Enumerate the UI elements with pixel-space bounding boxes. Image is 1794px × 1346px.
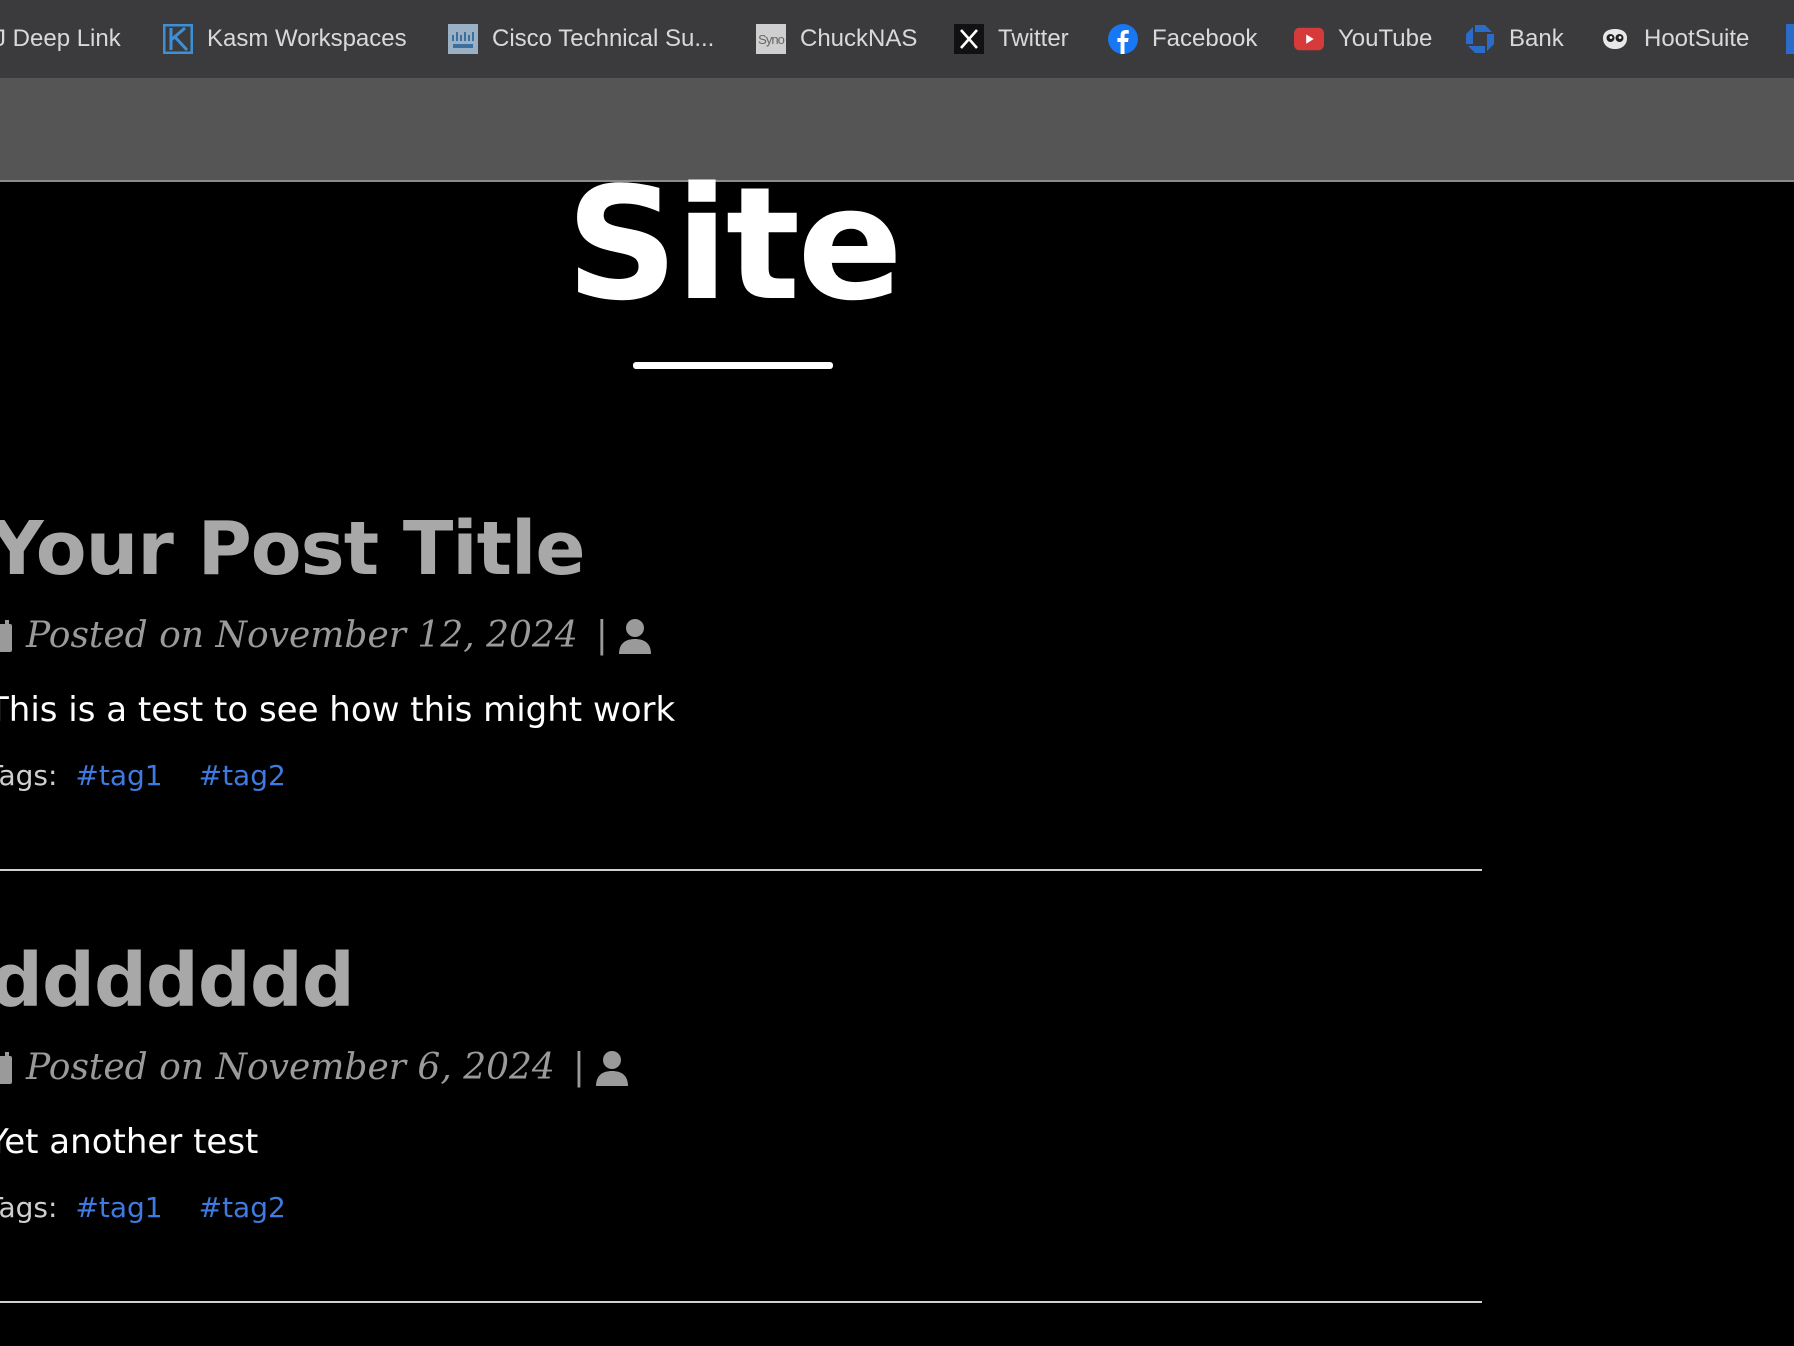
bookmarks-bar: J Deep Link Kasm Workspaces Cisco Techni… — [0, 0, 1794, 78]
bookmark-youtube[interactable]: YouTube — [1294, 0, 1432, 78]
calendar-icon — [0, 1052, 12, 1084]
chase-bank-icon — [1465, 24, 1495, 54]
bookmark-kasm-workspaces[interactable]: Kasm Workspaces — [163, 0, 407, 78]
post-title[interactable]: Your Post Title — [0, 512, 586, 586]
meta-separator: | — [595, 615, 608, 656]
bookmark-label: Kasm Workspaces — [207, 25, 407, 52]
facebook-icon — [1108, 24, 1138, 54]
bookmark-label: Facebook — [1152, 25, 1258, 52]
bookmark-label: J Deep Link — [0, 25, 121, 52]
bookmark-facebook[interactable]: Facebook — [1108, 0, 1257, 78]
tag-link[interactable]: #tag2 — [199, 762, 286, 790]
tags-label: Tags: — [0, 1191, 58, 1224]
post-divider — [0, 869, 1482, 871]
page-title: Site — [565, 153, 903, 335]
bookmark-label: HootSuite — [1644, 25, 1750, 52]
bookmark-chucknas[interactable]: Syno ChuckNAS — [756, 0, 917, 78]
post-meta: Posted on November 6, 2024 | — [0, 1050, 629, 1086]
bookmark-cisco[interactable]: Cisco Technical Su... — [448, 0, 714, 78]
bookmark-label: YouTube — [1338, 25, 1433, 52]
post-tags: Tags: #tag1 #tag2 — [0, 1194, 286, 1222]
bookmark-label: Cisco Technical Su... — [492, 25, 715, 52]
post-tags: Tags: #tag1 #tag2 — [0, 762, 286, 790]
post-divider — [0, 1301, 1482, 1303]
user-icon — [618, 619, 651, 654]
kasm-icon — [163, 24, 193, 54]
synology-icon: Syno — [756, 24, 786, 54]
bookmark-twitter[interactable]: Twitter — [954, 0, 1069, 78]
tag-link[interactable]: #tag1 — [75, 762, 162, 790]
post-title[interactable]: ddddddd — [0, 944, 355, 1018]
tags-label: Tags: — [0, 759, 58, 792]
youtube-icon — [1294, 24, 1324, 54]
tag-link[interactable]: #tag1 — [75, 1194, 162, 1222]
bookmark-bank[interactable]: Bank — [1465, 0, 1564, 78]
bookmark-hootsuite[interactable]: HootSuite — [1600, 0, 1749, 78]
user-icon — [595, 1051, 628, 1086]
x-twitter-icon — [954, 24, 984, 54]
bookmark-overflow-edge[interactable] — [1786, 24, 1794, 54]
calendar-icon — [0, 620, 12, 652]
post-excerpt: Yet another test — [0, 1122, 259, 1162]
tag-link[interactable]: #tag2 — [199, 1194, 286, 1222]
bookmark-deep-link[interactable]: J Deep Link — [0, 0, 121, 78]
bookmark-label: Twitter — [998, 25, 1069, 52]
post-date: Posted on November 6, 2024 — [26, 1047, 555, 1088]
bookmark-label: ChuckNAS — [800, 25, 918, 52]
bookmark-label: Bank — [1509, 25, 1564, 52]
cisco-icon — [448, 24, 478, 54]
post-excerpt: This is a test to see how this might wor… — [0, 690, 676, 730]
title-underline — [633, 362, 833, 369]
post-meta: Posted on November 12, 2024 | — [0, 618, 652, 654]
hootsuite-owl-icon — [1600, 24, 1630, 54]
post-date: Posted on November 12, 2024 — [26, 615, 578, 656]
meta-separator: | — [572, 1047, 585, 1088]
